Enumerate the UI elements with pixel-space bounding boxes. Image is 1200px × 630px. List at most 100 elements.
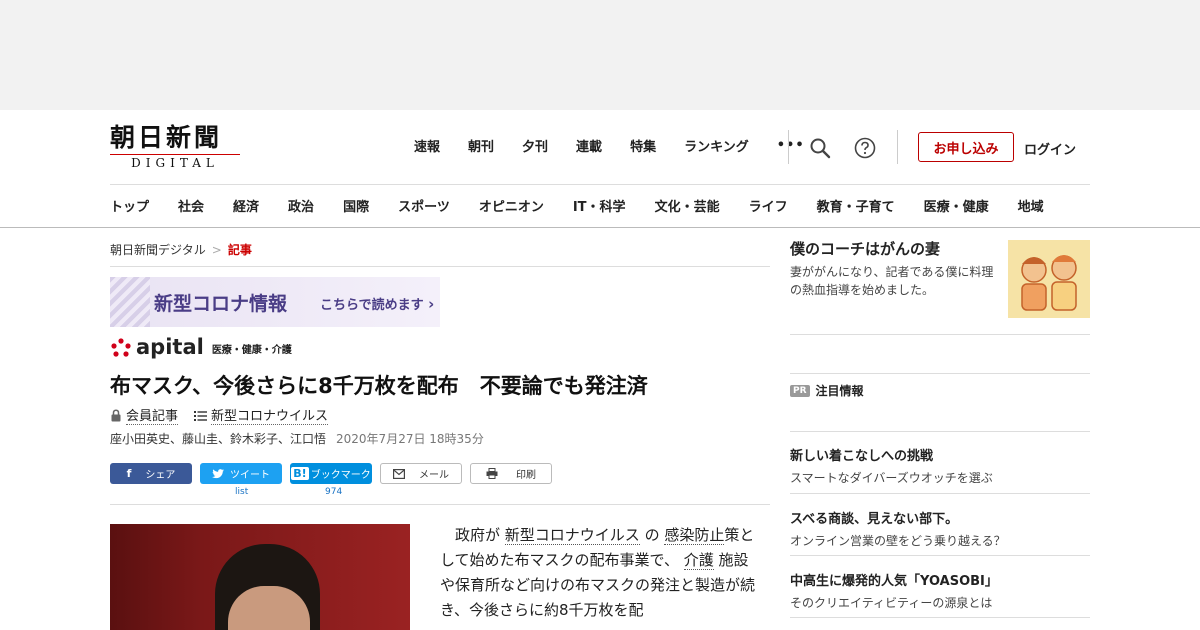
- hatena-count[interactable]: 974: [325, 487, 342, 497]
- logo-sub-text: DIGITAL: [110, 154, 240, 170]
- article-photo[interactable]: [110, 524, 410, 630]
- sidebar-feature[interactable]: 僕のコーチはがんの妻 妻ががんになり、記者である僕に料理の熱血指導を始めました。: [790, 238, 1090, 318]
- sidebar-divider: [790, 431, 1090, 432]
- member-article-tag[interactable]: 会員記事: [126, 405, 179, 425]
- top-nav: 速報 朝刊 夕刊 連載 特集 ランキング •••: [400, 136, 819, 155]
- topnav-item-tokushu[interactable]: 特集: [630, 136, 656, 155]
- category-item-society[interactable]: 社会: [178, 196, 204, 215]
- hatena-bookmark-button[interactable]: B! ブックマーク: [290, 463, 372, 484]
- topic-tag[interactable]: 新型コロナウイルス: [211, 405, 329, 425]
- sidebar-divider: [790, 373, 1090, 374]
- more-menu-icon[interactable]: •••: [777, 138, 805, 153]
- hatena-icon: B!: [291, 467, 309, 480]
- topnav-item-choukan[interactable]: 朝刊: [468, 136, 494, 155]
- category-item-health[interactable]: 医療・健康: [924, 196, 989, 215]
- breadcrumb-divider: [110, 266, 770, 267]
- twitter-share-button[interactable]: ツイート: [200, 463, 282, 484]
- body-link-care[interactable]: 介護: [683, 551, 714, 570]
- sidebar-divider: [790, 555, 1090, 556]
- topnav-item-ranking[interactable]: ランキング: [684, 136, 749, 155]
- breadcrumb: 朝日新聞デジタル > 記事: [110, 241, 252, 258]
- pr-section-header: PR 注目情報: [790, 382, 864, 399]
- mail-icon: [393, 468, 405, 479]
- category-item-politics[interactable]: 政治: [288, 196, 314, 215]
- sidebar-feature-desc: 妻ががんになり、記者である僕に料理の熱血指導を始めました。: [790, 265, 994, 297]
- article-tags: 会員記事 新型コロナウイルス: [110, 405, 344, 425]
- banner-link: こちらで読めます ›: [320, 294, 434, 313]
- category-item-culture[interactable]: 文化・芸能: [655, 196, 720, 215]
- category-item-opinion[interactable]: オピニオン: [479, 196, 544, 215]
- sidebar-pr-desc: そのクリエイティビティーの源泉とは: [790, 596, 993, 610]
- category-nav: トップ 社会 経済 政治 国際 スポーツ オピニオン IT・科学 文化・芸能 ラ…: [110, 196, 1110, 215]
- category-item-region[interactable]: 地域: [1018, 196, 1044, 215]
- banner-link-label: こちらで読めます: [320, 298, 424, 313]
- category-item-top[interactable]: トップ: [110, 196, 149, 215]
- corona-info-banner[interactable]: 新型コロナ情報 こちらで読めます ›: [110, 277, 440, 327]
- twitter-icon: [212, 468, 224, 478]
- search-icon[interactable]: [808, 136, 832, 160]
- mail-share-button[interactable]: メール: [380, 463, 462, 484]
- site-logo[interactable]: 朝日新聞 DIGITAL: [110, 124, 242, 172]
- category-item-economy[interactable]: 経済: [233, 196, 259, 215]
- sidebar-pr-item[interactable]: 新しい着こなしへの挑戦 スマートなダイバーズウオッチを選ぶ: [790, 445, 1090, 486]
- logo-main-text: 朝日新聞: [110, 123, 223, 152]
- article-byline: 座小田英史、藤山圭、鈴木彩子、江口悟 2020年7月27日 18時35分: [110, 430, 484, 447]
- facebook-share-label: シェア: [145, 470, 176, 481]
- sidebar-feature-illustration: [1008, 240, 1090, 318]
- site-header: 朝日新聞 DIGITAL 速報 朝刊 夕刊 連載 特集 ランキング ••• お申…: [0, 110, 1200, 228]
- nav-divider: [897, 130, 898, 164]
- pr-label: 注目情報: [815, 384, 864, 398]
- category-item-education[interactable]: 教育・子育て: [817, 196, 895, 215]
- pr-badge: PR: [790, 384, 810, 397]
- banner-title: 新型コロナ情報: [154, 293, 288, 315]
- breadcrumb-home[interactable]: 朝日新聞デジタル: [110, 243, 206, 257]
- twitter-share-label: ツイート: [230, 470, 270, 481]
- nav-divider: [788, 130, 789, 164]
- category-item-international[interactable]: 国際: [343, 196, 369, 215]
- article-date: 2020年7月27日 18時35分: [336, 432, 484, 446]
- breadcrumb-current: 記事: [227, 243, 252, 257]
- login-link[interactable]: ログイン: [1024, 139, 1076, 158]
- sidebar-pr-title: 新しい着こなしへの挑戦: [790, 449, 934, 464]
- body-link-corona[interactable]: 新型コロナウイルス: [504, 526, 640, 545]
- mail-share-label: メール: [419, 470, 449, 481]
- header-divider: [110, 184, 1090, 185]
- sidebar-pr-title: 中高生に爆発的人気「YOASOBI」: [790, 574, 998, 589]
- apital-logo: apital: [136, 335, 204, 359]
- twitter-count[interactable]: list: [235, 487, 248, 497]
- category-item-life[interactable]: ライフ: [749, 196, 788, 215]
- article-body: 政府が 新型コロナウイルス の 感染防止策として始めた布マスクの配布事業で、 介…: [440, 523, 755, 623]
- apital-subtitle: 医療・健康・介護: [211, 345, 292, 356]
- facebook-icon: f: [126, 467, 132, 480]
- print-icon: [486, 468, 498, 479]
- breadcrumb-separator: >: [211, 243, 222, 257]
- facebook-share-button[interactable]: f シェア: [110, 463, 192, 484]
- sidebar-pr-title: スベる商談、見えない部下。: [790, 512, 959, 527]
- print-button[interactable]: 印刷: [470, 463, 552, 484]
- sidebar-pr-item[interactable]: スベる商談、見えない部下。 オンライン営業の壁をどう乗り越える？: [790, 508, 1090, 549]
- banner-pattern: [110, 277, 150, 327]
- topnav-item-rensai[interactable]: 連載: [576, 136, 602, 155]
- category-item-it-science[interactable]: IT・科学: [573, 196, 626, 215]
- body-text-segment: 政府が: [455, 526, 501, 544]
- topnav-item-yuukan[interactable]: 夕刊: [522, 136, 548, 155]
- article-authors: 座小田英史、藤山圭、鈴木彩子、江口悟: [110, 432, 327, 446]
- help-icon[interactable]: [853, 136, 877, 160]
- sidebar-pr-item[interactable]: 中高生に爆発的人気「YOASOBI」 そのクリエイティビティーの源泉とは: [790, 570, 1090, 611]
- lock-icon: [111, 408, 121, 421]
- sidebar-pr-desc: スマートなダイバーズウオッチを選ぶ: [790, 471, 993, 485]
- topnav-item-sokuho[interactable]: 速報: [414, 136, 440, 155]
- print-label: 印刷: [516, 470, 536, 481]
- apital-brand[interactable]: apital 医療・健康・介護: [110, 336, 292, 358]
- sidebar-divider: [790, 493, 1090, 494]
- signup-button[interactable]: お申し込み: [918, 132, 1014, 162]
- apital-dots-icon: [111, 338, 131, 357]
- sidebar-pr-desc: オンライン営業の壁をどう乗り越える？: [790, 534, 1006, 548]
- sidebar-divider: [790, 617, 1090, 618]
- hatena-bookmark-label: ブックマーク: [310, 470, 371, 481]
- body-link-infection[interactable]: 感染防止: [664, 526, 725, 545]
- category-item-sports[interactable]: スポーツ: [398, 196, 450, 215]
- list-icon: [194, 410, 208, 421]
- share-divider: [110, 504, 770, 505]
- sidebar-divider: [790, 334, 1090, 335]
